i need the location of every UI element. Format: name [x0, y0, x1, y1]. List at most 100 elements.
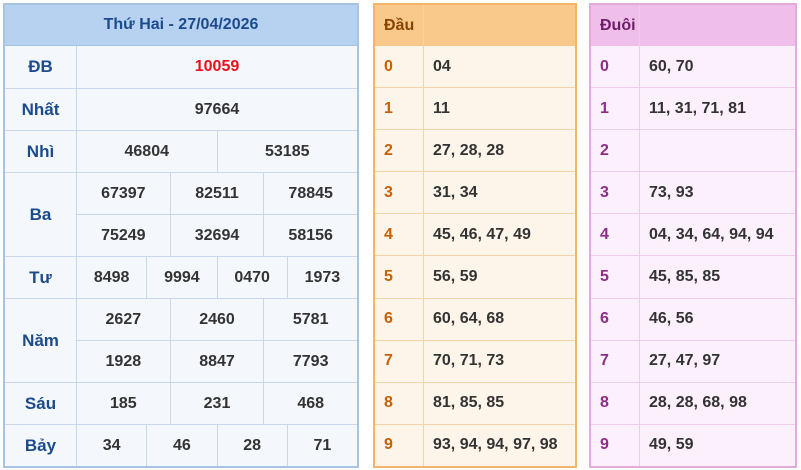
prize-number: 231 [169, 383, 264, 424]
prize-line: 8498 9994 0470 1973 [77, 257, 357, 298]
duoi-row: 9 49, 59 [591, 423, 795, 466]
prize-number: 58156 [263, 215, 357, 256]
prize-row: Ba 67397 82511 78845 75249 32694 58156 [5, 172, 357, 256]
prize-number: 75249 [101, 226, 146, 244]
prize-label: ĐB [5, 46, 77, 88]
duoi-row: 4 04, 34, 64, 94, 94 [591, 213, 795, 256]
prize-label: Nhì [5, 131, 77, 172]
dau-digit: 1 [375, 88, 424, 130]
dau-digit: 2 [375, 130, 424, 172]
prize-values: 10059 [77, 46, 357, 88]
duoi-row: 1 11, 31, 71, 81 [591, 87, 795, 130]
dau-digit: 3 [375, 172, 424, 214]
dau-digit: 6 [375, 298, 424, 340]
results-date-title: Thứ Hai - 27/04/2026 [5, 5, 357, 46]
prize-label: Ba [5, 173, 77, 256]
dau-values: 93, 94, 94, 97, 98 [433, 436, 558, 454]
dau-row: 0 04 [375, 46, 575, 88]
dau-header: Đầu [375, 5, 424, 46]
dau-values: 27, 28, 28 [433, 141, 505, 159]
dau-digit: 5 [375, 256, 424, 298]
duoi-values: 28, 28, 68, 98 [649, 394, 747, 412]
duoi-digit: 9 [591, 424, 640, 466]
prize-row: Bảy 34 46 28 71 [5, 424, 357, 466]
duoi-row: 0 60, 70 [591, 46, 795, 88]
prize-values: 8498 9994 0470 1973 [77, 257, 357, 298]
duoi-row: 3 73, 93 [591, 171, 795, 214]
duoi-digit: 4 [591, 214, 640, 256]
prize-row: Sáu 185 231 468 [5, 382, 357, 424]
prize-label: Bảy [5, 425, 77, 466]
dau-digit: 8 [375, 382, 424, 424]
duoi-digit: 0 [591, 46, 640, 88]
duoi-row: 8 28, 28, 68, 98 [591, 381, 795, 424]
prize-label: Năm [5, 299, 77, 382]
prize-number: 468 [263, 383, 357, 424]
prize-label: Tư [5, 257, 77, 298]
prize-line: 75249 32694 58156 [77, 214, 357, 256]
prize-line: 97664 [77, 89, 357, 130]
prize-number: 2627 [105, 310, 142, 328]
duoi-row: 6 46, 56 [591, 297, 795, 340]
dau-row: 2 27, 28, 28 [375, 129, 575, 172]
duoi-values: 73, 93 [649, 183, 694, 201]
prize-number: 8847 [169, 341, 264, 382]
prize-line: 1928 8847 7793 [77, 340, 357, 382]
prize-line: 46804 53185 [77, 131, 357, 172]
prize-number: 185 [109, 394, 137, 412]
prize-number: 9994 [146, 257, 216, 298]
prize-row: ĐB 10059 [5, 46, 357, 88]
prize-line: 185 231 468 [77, 383, 357, 424]
special-prize-number: 10059 [194, 58, 240, 75]
dau-row: 6 60, 64, 68 [375, 297, 575, 340]
dau-values: 81, 85, 85 [433, 394, 505, 412]
duoi-values: 60, 70 [649, 57, 694, 75]
prize-values: 97664 [77, 89, 357, 130]
prize-number: 46 [146, 425, 216, 466]
prize-number: 1928 [105, 352, 142, 370]
prize-line: 2627 2460 5781 [77, 299, 357, 340]
dau-row: 8 81, 85, 85 [375, 381, 575, 424]
prize-number: 0470 [216, 257, 287, 298]
duoi-values: 27, 47, 97 [649, 352, 721, 370]
dau-header-row: Đầu [375, 5, 575, 46]
duoi-header: Đuôi [591, 5, 640, 46]
prize-number: 46804 [124, 142, 170, 160]
prize-number: 2460 [169, 299, 264, 340]
prize-number: 7793 [263, 341, 357, 382]
duoi-header-blank [640, 5, 795, 46]
prize-line: 34 46 28 71 [77, 425, 357, 466]
prize-label: Nhất [5, 89, 77, 130]
prize-row: Tư 8498 9994 0470 1973 [5, 256, 357, 298]
prize-number: 28 [216, 425, 287, 466]
dau-row: 7 70, 71, 73 [375, 339, 575, 382]
dau-digit: 7 [375, 340, 424, 382]
dau-row: 4 45, 46, 47, 49 [375, 213, 575, 256]
dau-values: 04 [433, 57, 451, 75]
prize-row: Năm 2627 2460 5781 1928 8847 7793 [5, 298, 357, 382]
dau-row: 5 56, 59 [375, 255, 575, 298]
duoi-digit: 6 [591, 298, 640, 340]
dau-values: 45, 46, 47, 49 [433, 225, 531, 243]
dau-values: 60, 64, 68 [433, 310, 505, 328]
results-body: ĐB 10059 Nhất 97664 Nhì 46804 53185 Ba 67397 8251… [5, 46, 357, 466]
duoi-table: Đuôi 0 60, 70 1 11, 31, 71, 81 2 3 73, 93 4 04, … [589, 3, 797, 468]
duoi-values: 04, 34, 64, 94, 94 [649, 225, 774, 243]
duoi-digit: 7 [591, 340, 640, 382]
duoi-digit: 1 [591, 88, 640, 130]
prize-row: Nhì 46804 53185 [5, 130, 357, 172]
duoi-values: 11, 31, 71, 81 [649, 99, 746, 117]
duoi-digit: 5 [591, 256, 640, 298]
duoi-digit: 2 [591, 130, 640, 172]
prize-number: 8498 [93, 268, 130, 286]
dau-row: 1 11 [375, 87, 575, 130]
duoi-values: 46, 56 [649, 310, 694, 328]
dau-values: 11 [433, 99, 450, 117]
dau-row: 9 93, 94, 94, 97, 98 [375, 423, 575, 466]
prize-number: 5781 [263, 299, 357, 340]
prize-values: 67397 82511 78845 75249 32694 58156 [77, 173, 357, 256]
duoi-values [640, 130, 795, 171]
prize-number: 34 [102, 436, 121, 454]
duoi-digit: 3 [591, 172, 640, 214]
duoi-digit: 8 [591, 382, 640, 424]
